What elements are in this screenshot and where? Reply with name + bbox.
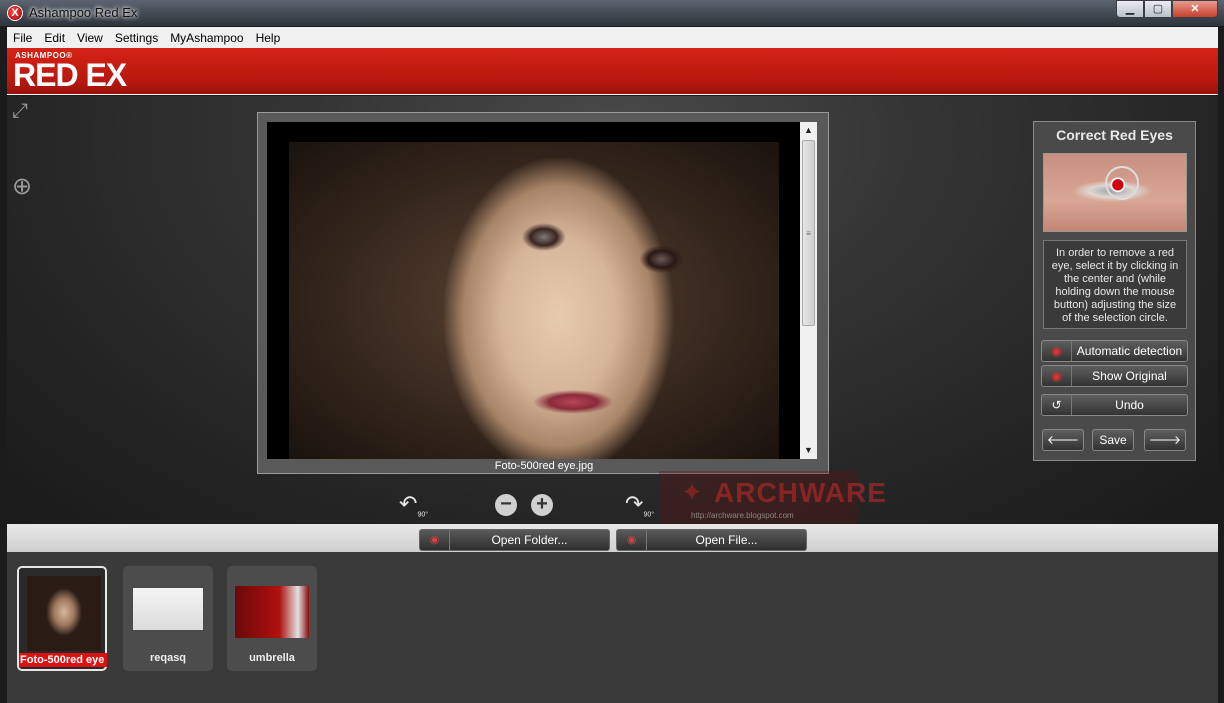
thumbnail-label: umbrella	[249, 652, 295, 664]
window-title: Ashampoo Red Ex	[29, 5, 138, 20]
menu-myashampoo[interactable]: MyAshampoo	[164, 31, 249, 45]
thumbnail-image	[27, 576, 101, 651]
thumbnail-label: reqasq	[149, 652, 187, 664]
show-original-button[interactable]: ◉ Show Original	[1041, 365, 1188, 387]
menu-edit[interactable]: Edit	[38, 31, 71, 45]
thumbnail-item[interactable]: Foto-500red eye	[17, 566, 107, 671]
rotate-left-label: 90°	[417, 511, 429, 519]
rotate-left-button[interactable]: ↶90°	[399, 493, 428, 526]
menu-bar: File Edit View Settings MyAshampoo Help	[7, 27, 1218, 48]
open-file-button[interactable]: ◉ Open File...	[616, 529, 807, 551]
save-button[interactable]: Save	[1092, 429, 1134, 451]
undo-button[interactable]: ↺ Undo	[1041, 394, 1188, 416]
image-viewport[interactable]	[267, 122, 802, 459]
folder-eye-icon: ◉	[420, 530, 450, 550]
window-controls: ▁ ▢ ✕	[1116, 0, 1218, 18]
open-folder-button[interactable]: ◉ Open Folder...	[419, 529, 610, 551]
thumbnail-image	[131, 586, 205, 632]
undo-icon: ↺	[1042, 395, 1072, 415]
minimize-button[interactable]: ▁	[1116, 0, 1144, 18]
eye-example-image	[1043, 153, 1187, 232]
rotate-right-label: 90°	[643, 511, 655, 519]
selection-circle-icon	[1105, 166, 1139, 200]
watermark-url: http://archware.blogspot.com	[691, 511, 794, 520]
rotate-right-icon: ↷	[625, 491, 644, 516]
rotate-right-button[interactable]: ↷90°	[625, 493, 654, 526]
rotate-left-icon: ↶	[399, 491, 418, 516]
thumbnail-strip: Foto-500red eye reqasq umbrella	[7, 552, 1218, 703]
photo-canvas[interactable]	[289, 142, 779, 459]
scroll-down-arrow-icon[interactable]: ▼	[800, 442, 817, 459]
fullscreen-icon[interactable]: ⤢	[12, 100, 28, 123]
close-button[interactable]: ✕	[1172, 0, 1218, 18]
app-icon: X	[7, 5, 23, 21]
automatic-detection-button[interactable]: ◉ Automatic detection	[1041, 340, 1188, 362]
panel-title: Correct Red Eyes	[1056, 127, 1173, 143]
zoom-in-button[interactable]: +	[531, 494, 553, 516]
previous-button[interactable]: 🡐	[1042, 429, 1084, 451]
scroll-thumb[interactable]: ≡	[802, 140, 815, 326]
next-button[interactable]: 🡒	[1144, 429, 1186, 451]
menu-file[interactable]: File	[7, 31, 38, 45]
file-toolbar: ◉ Open Folder... ◉ Open File...	[7, 524, 1218, 552]
menu-help[interactable]: Help	[250, 31, 287, 45]
zoom-out-button[interactable]: −	[495, 494, 517, 516]
arrow-left-icon: 🡐	[1046, 433, 1080, 447]
arrow-right-icon: 🡒	[1148, 433, 1182, 447]
work-area: ⤢ ⊕ ▲ ≡ ▼ Foto-500red eye.jpg ↶90° − + ↷…	[7, 96, 1218, 524]
eye-icon: ◉	[1042, 366, 1072, 386]
pan-icon[interactable]: ⊕	[12, 172, 32, 201]
file-eye-icon: ◉	[617, 530, 647, 550]
menu-view[interactable]: View	[71, 31, 109, 45]
thumbnail-item[interactable]: umbrella	[227, 566, 317, 671]
watermark: ✦ ARCHWARE http://archware.blogspot.com	[659, 471, 886, 524]
window-titlebar: X Ashampoo Red Ex ▁ ▢ ✕	[0, 0, 1224, 26]
eye-auto-icon: ◉	[1042, 341, 1072, 361]
logo-product: RED EX	[13, 57, 127, 93]
correct-red-eyes-panel: Correct Red Eyes In order to remove a re…	[1033, 121, 1196, 461]
brand-header: ASHAMPOO® RED EX	[7, 48, 1218, 95]
maximize-button[interactable]: ▢	[1144, 0, 1172, 18]
vertical-scrollbar[interactable]: ▲ ≡ ▼	[800, 122, 817, 459]
help-text: In order to remove a red eye, select it …	[1043, 240, 1187, 329]
scroll-up-arrow-icon[interactable]: ▲	[800, 122, 817, 139]
watermark-text: ARCHWARE	[714, 477, 887, 508]
image-frame: ▲ ≡ ▼ Foto-500red eye.jpg	[257, 112, 829, 474]
thumbnail-item[interactable]: reqasq	[123, 566, 213, 671]
thumbnail-image	[235, 586, 309, 638]
menu-settings[interactable]: Settings	[109, 31, 164, 45]
watermark-bird-icon: ✦	[681, 477, 703, 507]
thumbnail-label: Foto-500red eye	[19, 653, 107, 667]
